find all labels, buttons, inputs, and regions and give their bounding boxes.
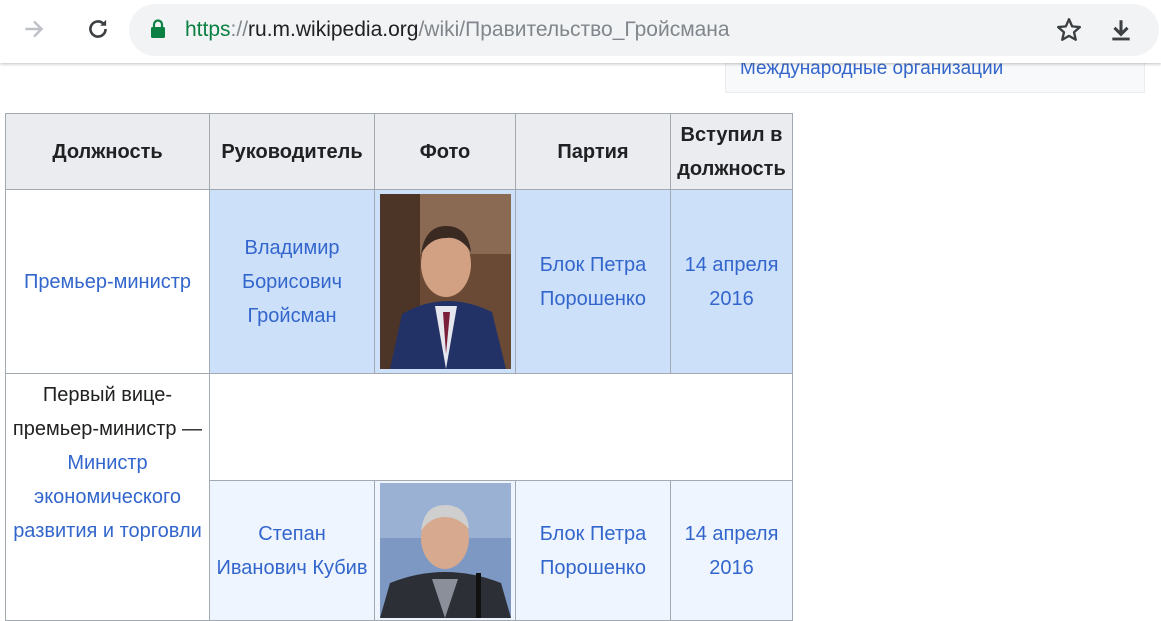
lock-icon [150, 19, 166, 44]
cell-date-2: 14 апреля 2016 [670, 480, 793, 621]
cell-date: 14 апреля 2016 [670, 189, 793, 374]
url-path: /wiki/Правительство_Гройсмана [418, 18, 730, 41]
header-position: Должность [5, 113, 210, 190]
blank-cell [209, 373, 793, 481]
table-header-row: Должность Руководитель Фото Партия Вступ… [5, 113, 793, 190]
header-start-date: Вступил в должность [670, 113, 793, 190]
leader-photo[interactable] [379, 194, 511, 369]
star-icon[interactable] [1051, 12, 1087, 48]
position-link-2[interactable]: Министр экономического развития и торгов… [13, 452, 202, 542]
cell-position: Премьер-министр [5, 189, 210, 374]
url-host: ru.m.wikipedia.org [248, 18, 419, 41]
table-row-spacer: Первый вице-премьер-министр — Министр эк… [5, 373, 793, 621]
forward-icon[interactable] [16, 11, 52, 47]
government-table: Должность Руководитель Фото Партия Вступ… [5, 113, 793, 621]
cell-leader-2: Степан Иванович Кубив [209, 480, 375, 621]
position-link[interactable]: Премьер-министр [24, 271, 191, 293]
party-link[interactable]: Блок Петра Порошенко [540, 254, 646, 310]
leader-link[interactable]: Владимир Борисович Гройсман [242, 237, 342, 327]
date-link-2[interactable]: 14 апреля 2016 [685, 523, 779, 579]
download-icon[interactable] [1103, 12, 1139, 48]
table-row: Премьер-министр Владимир Борисович Гройс… [5, 189, 793, 374]
cell-leader: Владимир Борисович Гройсман [209, 189, 375, 374]
cell-position-2: Первый вице-премьер-министр — Министр эк… [5, 373, 210, 621]
cell-party: Блок Петра Порошенко [515, 189, 671, 374]
url-text: https://ru.m.wikipedia.org/wiki/Правител… [185, 18, 730, 42]
leader-link-2[interactable]: Степан Иванович Кубив [217, 523, 368, 579]
header-leader: Руководитель [209, 113, 375, 190]
header-party: Партия [515, 113, 671, 190]
url-separator: :// [230, 18, 249, 41]
browser-toolbar: https://ru.m.wikipedia.org/wiki/Правител… [0, 0, 1161, 63]
date-link[interactable]: 14 апреля 2016 [685, 254, 779, 310]
reload-icon[interactable] [80, 11, 116, 47]
party-link-2[interactable]: Блок Петра Порошенко [540, 523, 646, 579]
header-photo: Фото [374, 113, 516, 190]
cell-party-2: Блок Петра Порошенко [515, 480, 671, 621]
position-prefix: Первый вице-премьер-министр — [12, 384, 203, 440]
leader-photo-2[interactable] [379, 483, 511, 618]
url-scheme: https [185, 18, 231, 41]
address-bar[interactable]: https://ru.m.wikipedia.org/wiki/Правител… [129, 4, 1159, 56]
cell-photo-2 [374, 480, 516, 621]
cell-photo [374, 189, 516, 374]
